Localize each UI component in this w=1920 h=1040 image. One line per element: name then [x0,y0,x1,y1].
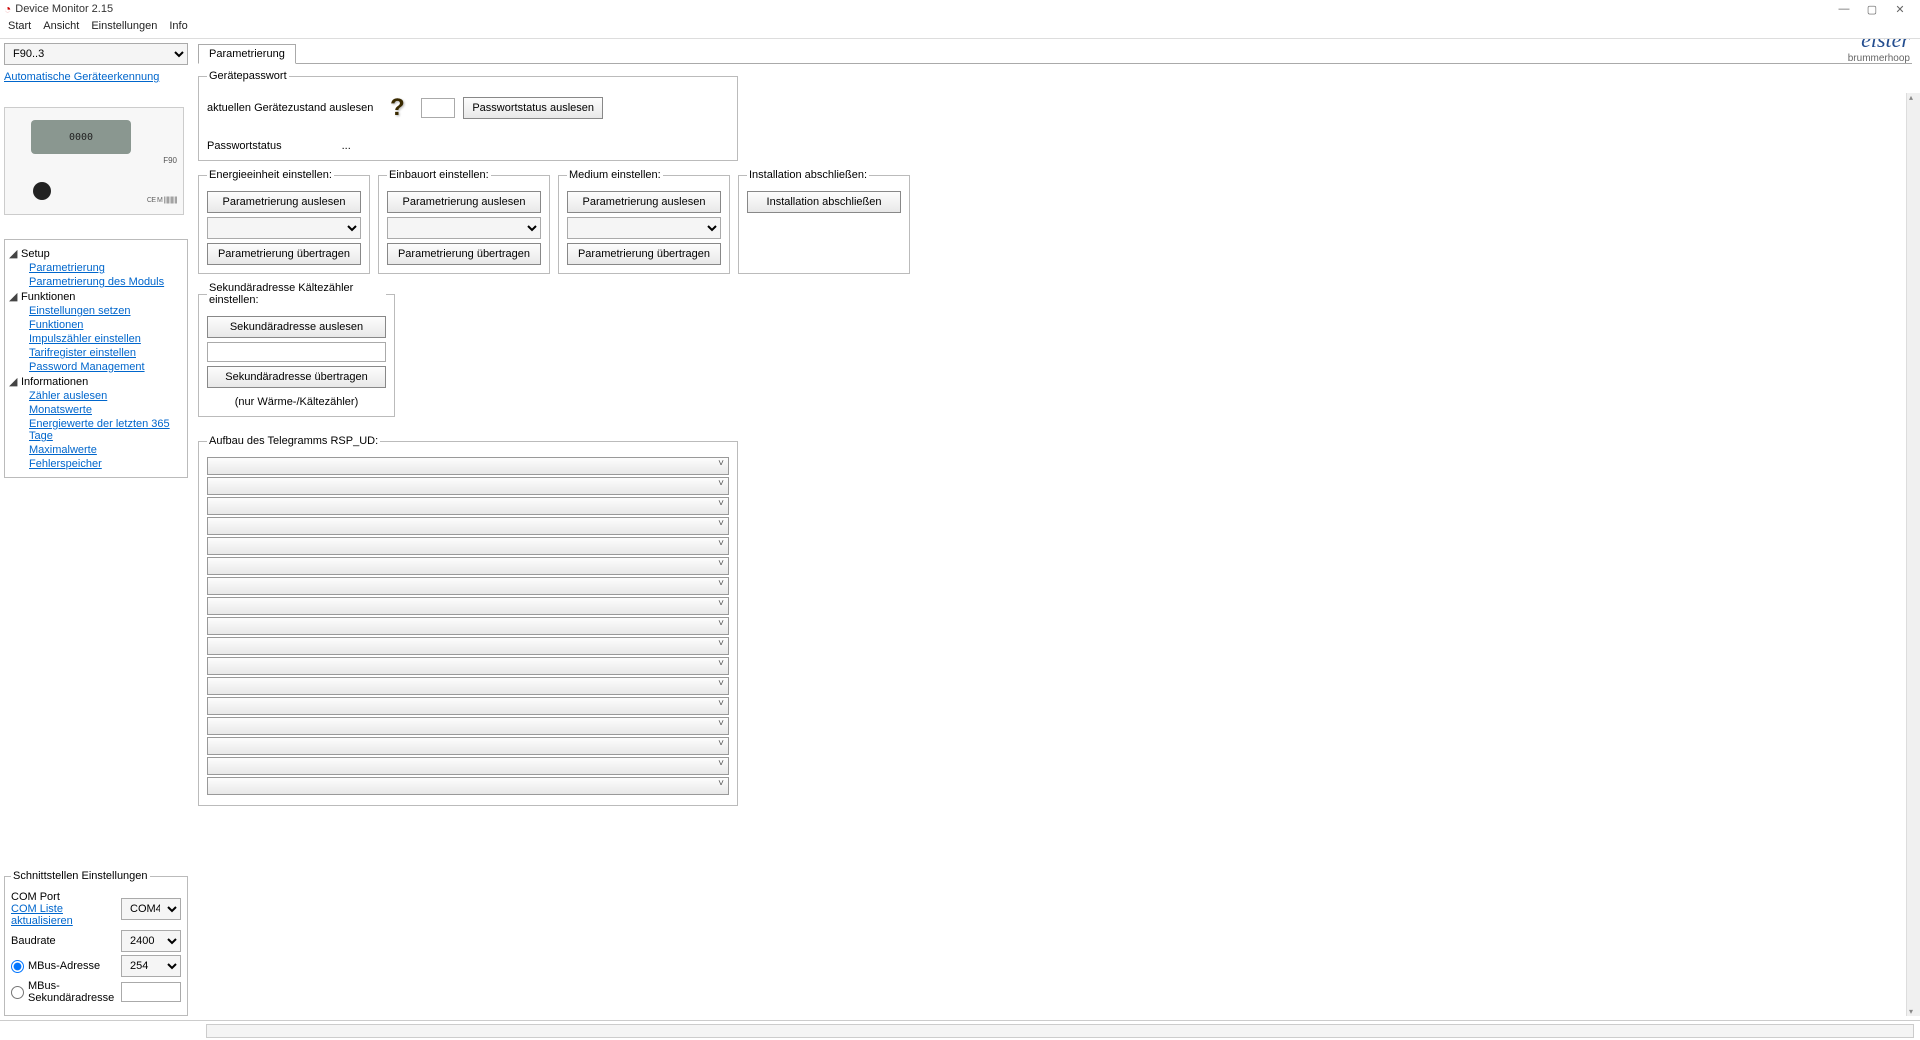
main-panel: elster brummerhoop Parametrierung Geräte… [192,39,1920,1020]
rsp-dropdown[interactable] [207,497,729,515]
tree-setup[interactable]: ◢Setup [9,246,183,261]
password-status-value: ... [342,140,351,152]
device-button-icon [33,182,51,200]
mbus-addr-radio[interactable] [11,960,24,973]
einbauort-read-button[interactable]: Parametrierung auslesen [387,191,541,213]
rsp-dropdown[interactable] [207,457,729,475]
mbus-sec-radio[interactable] [11,986,24,999]
install-finish-button[interactable]: Installation abschließen [747,191,901,213]
brand-logo: elster brummerhoop [1848,39,1910,64]
sekaddr-write-button[interactable]: Sekundäradresse übertragen [207,366,386,388]
rsp-dropdown[interactable] [207,677,729,695]
device-model-label: F90 [163,156,177,165]
menu-ansicht[interactable]: Ansicht [43,20,79,36]
sidebar: F90..3 Automatische Geräteerkennung 0000… [0,39,192,1020]
medium-write-button[interactable]: Parametrierung übertragen [567,243,721,265]
tree-parametrierung-modul[interactable]: Parametrierung des Moduls [9,275,183,289]
group-medium: Medium einstellen: Parametrierung ausles… [558,169,730,274]
tree-monatswerte[interactable]: Monatswerte [9,403,183,417]
tree-funktionen[interactable]: ◢Funktionen [9,289,183,304]
app-icon: ◔ [4,2,11,16]
com-list-refresh[interactable]: COM Liste aktualisieren [11,903,73,927]
rsp-dropdown[interactable] [207,657,729,675]
rsp-dropdown[interactable] [207,757,729,775]
group-einbauort: Einbauort einstellen: Parametrierung aus… [378,169,550,274]
baud-select[interactable]: 2400 [121,930,181,952]
tab-parametrierung[interactable]: Parametrierung [198,44,296,64]
tree-fehlerspeicher[interactable]: Fehlerspeicher [9,457,183,471]
rsp-dropdown[interactable] [207,777,729,795]
rsp-dropdown[interactable] [207,517,729,535]
interface-settings: Schnittstellen Einstellungen COM Port CO… [4,870,188,1016]
device-image: 0000 F90 CE M |||||||||| [4,107,184,215]
tree-funktionen-link[interactable]: Funktionen [9,318,183,332]
baud-label: Baudrate [11,935,117,947]
mbus-sec-input[interactable] [121,982,181,1002]
rsp-dropdown[interactable] [207,597,729,615]
menu-start[interactable]: Start [8,20,31,36]
tree-maximalwerte[interactable]: Maximalwerte [9,443,183,457]
read-password-status-button[interactable]: Passwortstatus auslesen [463,97,603,119]
group-energie: Energieeinheit einstellen: Parametrierun… [198,169,370,274]
group-install: Installation abschließen: Installation a… [738,169,910,274]
vertical-scrollbar[interactable] [1906,93,1920,1016]
tree-impulszaehler[interactable]: Impulszähler einstellen [9,332,183,346]
energie-write-button[interactable]: Parametrierung übertragen [207,243,361,265]
auto-detect-link[interactable]: Automatische Geräteerkennung [4,71,188,83]
close-icon[interactable]: ✕ [1892,1,1908,17]
menu-einstellungen[interactable]: Einstellungen [91,20,157,36]
einbauort-select[interactable] [387,217,541,239]
group-geraetepasswort: Gerätepasswort aktuellen Gerätezustand a… [198,70,738,161]
rsp-dropdown[interactable] [207,697,729,715]
statusbar [0,1020,1920,1040]
tree-einstellungen-setzen[interactable]: Einstellungen setzen [9,304,183,318]
rsp-dropdown[interactable] [207,717,729,735]
energie-read-button[interactable]: Parametrierung auslesen [207,191,361,213]
tree-tarifregister[interactable]: Tarifregister einstellen [9,346,183,360]
titlebar: ◔ Device Monitor 2.15 — ▢ ✕ [0,0,1920,18]
window-title: Device Monitor 2.15 [15,3,113,15]
status-field [206,1024,1914,1038]
sekaddr-read-button[interactable]: Sekundäradresse auslesen [207,316,386,338]
rsp-dropdown[interactable] [207,737,729,755]
rsp-dropdown[interactable] [207,557,729,575]
rsp-dropdown[interactable] [207,577,729,595]
sekaddr-input[interactable] [207,342,386,362]
rsp-dropdown[interactable] [207,617,729,635]
minimize-icon[interactable]: — [1836,1,1852,17]
menu-info[interactable]: Info [169,20,187,36]
tree-parametrierung[interactable]: Parametrierung [9,261,183,275]
tree-informationen[interactable]: ◢Informationen [9,374,183,389]
device-lcd: 0000 [31,120,131,154]
rsp-dropdown[interactable] [207,537,729,555]
medium-select[interactable] [567,217,721,239]
nav-tree: ◢Setup Parametrierung Parametrierung des… [4,239,188,478]
com-port-select[interactable]: COM4 [121,898,181,920]
group-sekaddr: Sekundäradresse Kältezähler einstellen: … [198,282,395,417]
group-rsp-ud: Aufbau des Telegramms RSP_UD: [198,435,738,806]
question-icon: ? [381,92,413,124]
tree-password-mgmt[interactable]: Password Management [9,360,183,374]
maximize-icon[interactable]: ▢ [1864,1,1880,17]
read-state-label: aktuellen Gerätezustand auslesen [207,102,373,114]
device-select[interactable]: F90..3 [4,43,188,65]
tree-energiewerte[interactable]: Energiewerte der letzten 365 Tage [9,417,183,443]
tree-zaehler-auslesen[interactable]: Zähler auslesen [9,389,183,403]
einbauort-write-button[interactable]: Parametrierung übertragen [387,243,541,265]
barcode-icon: CE M |||||||||| [147,197,177,204]
mbus-sec-label: MBus-Sekundäradresse [28,980,117,1004]
rsp-dropdown[interactable] [207,477,729,495]
mbus-addr-label: MBus-Adresse [28,960,117,972]
menubar: Start Ansicht Einstellungen Info [0,18,1920,38]
mbus-addr-select[interactable]: 254 [121,955,181,977]
password-status-input[interactable] [421,98,455,118]
energie-select[interactable] [207,217,361,239]
sekaddr-note: (nur Wärme-/Kältezähler) [207,392,386,408]
medium-read-button[interactable]: Parametrierung auslesen [567,191,721,213]
com-port-label: COM Port [11,891,117,903]
rsp-dropdown[interactable] [207,637,729,655]
password-status-label: Passwortstatus [207,140,282,152]
